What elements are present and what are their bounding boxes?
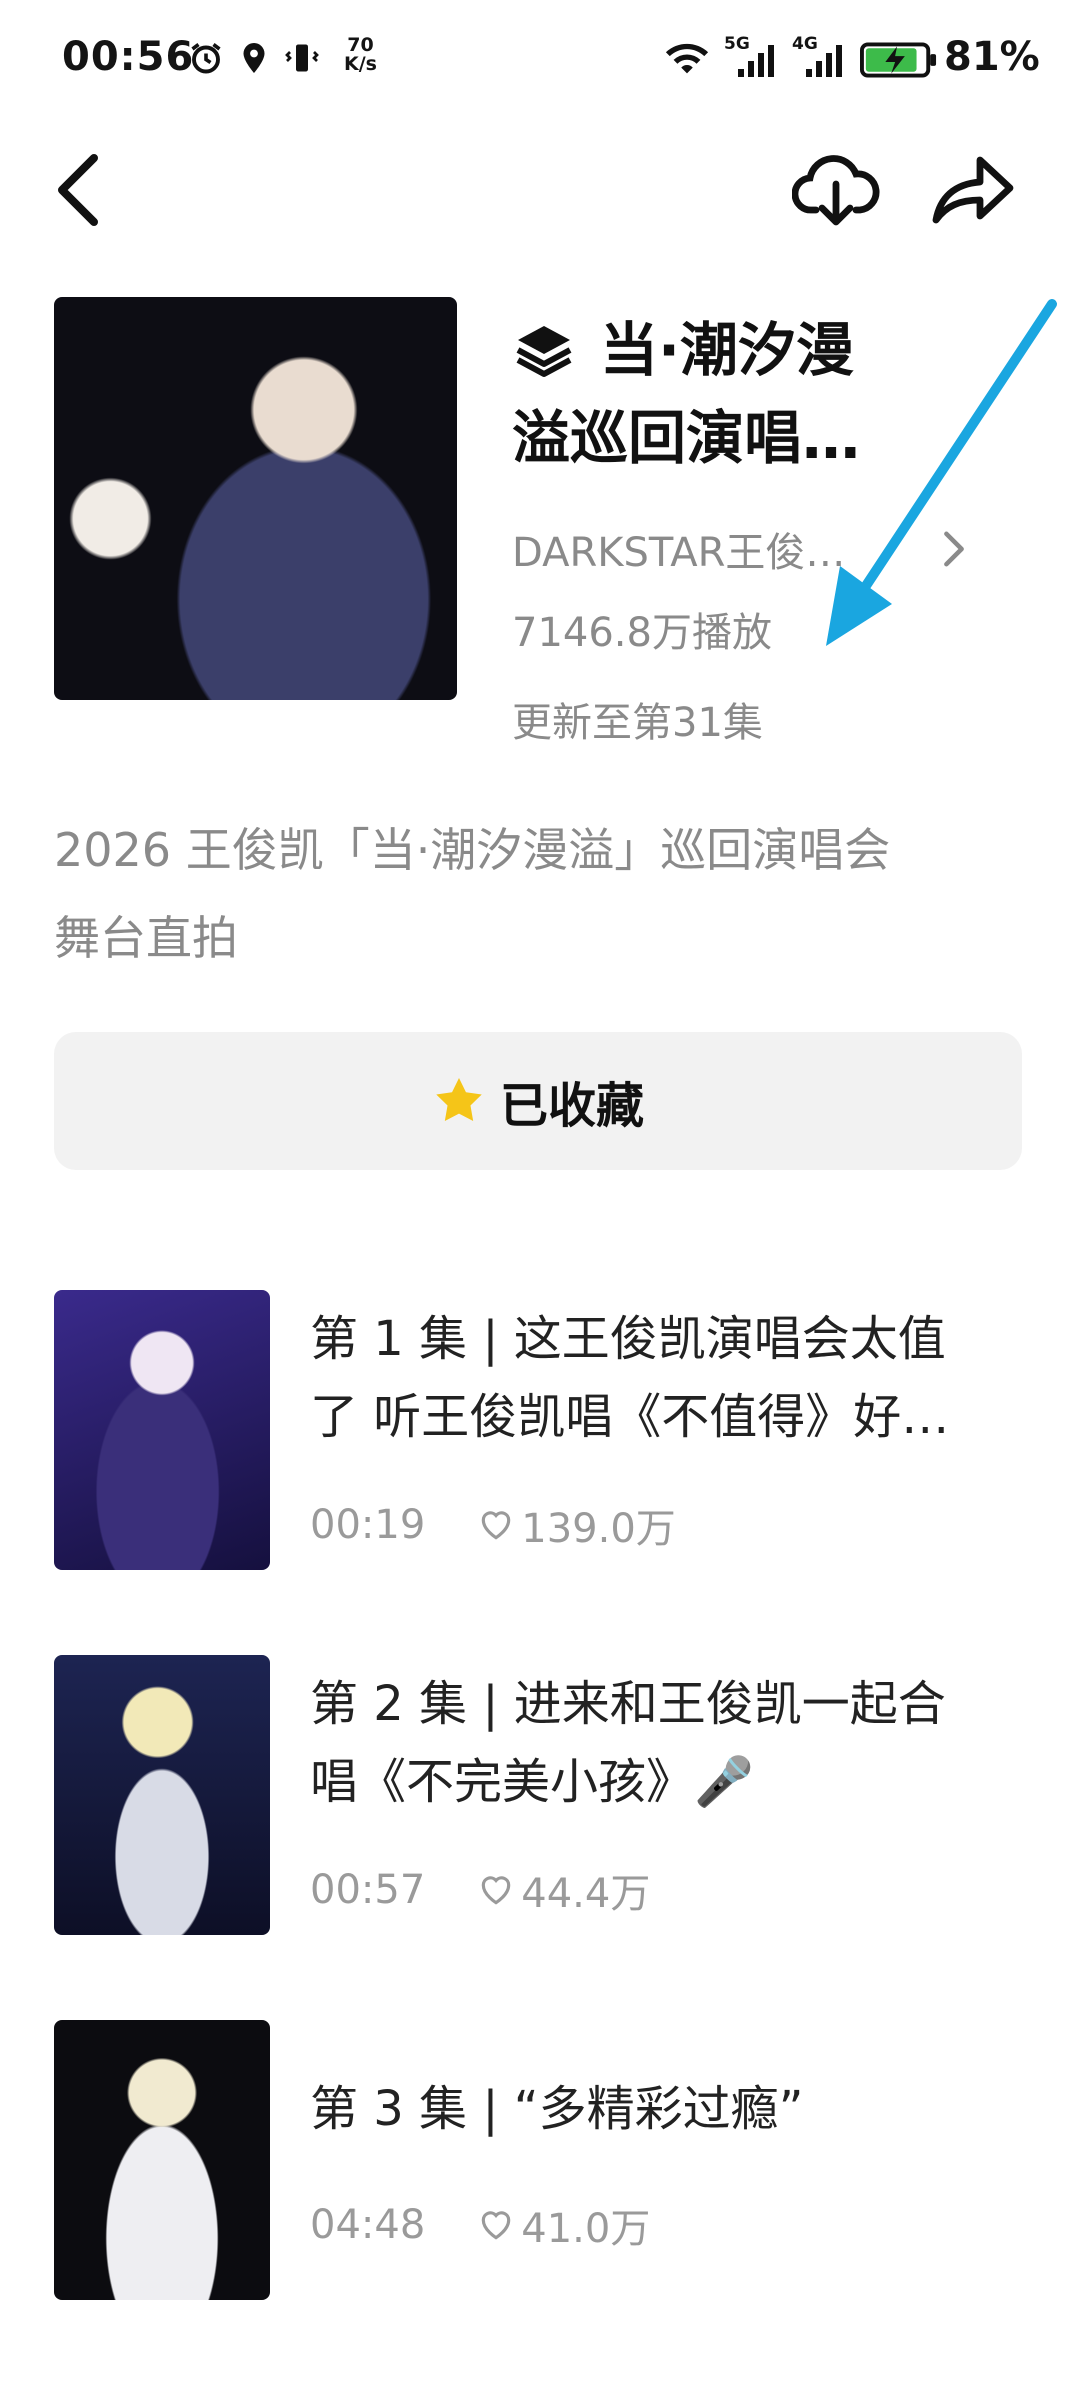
update-status: 更新至第31集 [512, 700, 763, 746]
collect-button-label: 已收藏 [499, 1078, 644, 1134]
episode-title-line-1: 第 3 集 | “多精彩过瘾” [310, 2081, 804, 2137]
signal-icon [738, 45, 774, 77]
episode-duration: 04:48 [310, 2202, 426, 2248]
episode-duration: 00:57 [310, 1867, 426, 1913]
annotation-arrow [826, 299, 1057, 646]
episode-meta: 00:57 44.4万 [310, 1861, 650, 1919]
episode-title[interactable]: 第 1 集 | 这王俊凯演唱会太值 了 听王俊凯唱《不值得》好… [310, 1300, 1010, 1456]
series-description: 2026 王俊凯「当·潮汐漫溢」巡回演唱会 舞台直拍 [54, 806, 1034, 982]
episode-thumbnail[interactable] [54, 1290, 270, 1570]
episode-title-line-1: 第 2 集 | 进来和王俊凯一起合 [310, 1676, 946, 1732]
series-cover-image[interactable] [54, 297, 457, 700]
back-icon[interactable] [50, 150, 106, 230]
signal-icon [806, 45, 842, 77]
author-name: DARKSTAR王俊… [512, 530, 846, 576]
description-line-2: 舞台直拍 [54, 911, 238, 965]
episode-meta: 00:19 139.0万 [310, 1496, 676, 1554]
author-link[interactable]: DARKSTAR王俊… [512, 520, 845, 578]
episode-title[interactable]: 第 2 集 | 进来和王俊凯一起合 唱《不完美小孩》🎤 [310, 1665, 1010, 1821]
episode-title[interactable]: 第 3 集 | “多精彩过瘾” [310, 2070, 1010, 2148]
episode-likes: 41.0万 [477, 2196, 650, 2254]
net-speed: 70 K/s [344, 36, 377, 74]
star-icon [436, 1078, 482, 1122]
collect-button[interactable]: 已收藏 [54, 1032, 1022, 1170]
location-icon [243, 43, 265, 73]
episode-like-count: 44.4万 [521, 1871, 651, 1917]
episode-title-line-1: 第 1 集 | 这王俊凯演唱会太值 [310, 1311, 946, 1367]
episode-likes: 139.0万 [477, 1496, 676, 1554]
episode-thumbnail[interactable] [54, 1655, 270, 1935]
alarm-icon [191, 43, 221, 74]
episode-likes: 44.4万 [477, 1861, 650, 1919]
battery-charging-icon [860, 42, 937, 78]
play-count: 7146.8万播放 [512, 610, 772, 656]
vibrate-icon [285, 44, 319, 72]
status-time: 00:56 [62, 34, 195, 80]
heart-icon [482, 1876, 511, 1905]
episode-meta: 04:48 41.0万 [310, 2196, 650, 2254]
description-line-1: 2026 王俊凯「当·潮汐漫溢」巡回演唱会 [54, 823, 891, 877]
heart-icon [482, 1511, 511, 1540]
share-icon[interactable] [928, 150, 1016, 230]
episode-like-count: 41.0万 [521, 2206, 651, 2252]
episode-duration: 00:19 [310, 1502, 426, 1548]
episode-title-line-2: 唱《不完美小孩》🎤 [310, 1754, 754, 1810]
heart-icon [482, 2211, 511, 2240]
net-speed-unit: K/s [344, 53, 377, 75]
episode-thumbnail[interactable] [54, 2020, 270, 2300]
battery-percent: 81% [944, 34, 1040, 80]
wifi-icon [665, 43, 709, 74]
episode-title-line-2: 了 听王俊凯唱《不值得》好… [310, 1389, 950, 1445]
download-icon[interactable] [792, 150, 880, 230]
episode-like-count: 139.0万 [521, 1506, 676, 1552]
